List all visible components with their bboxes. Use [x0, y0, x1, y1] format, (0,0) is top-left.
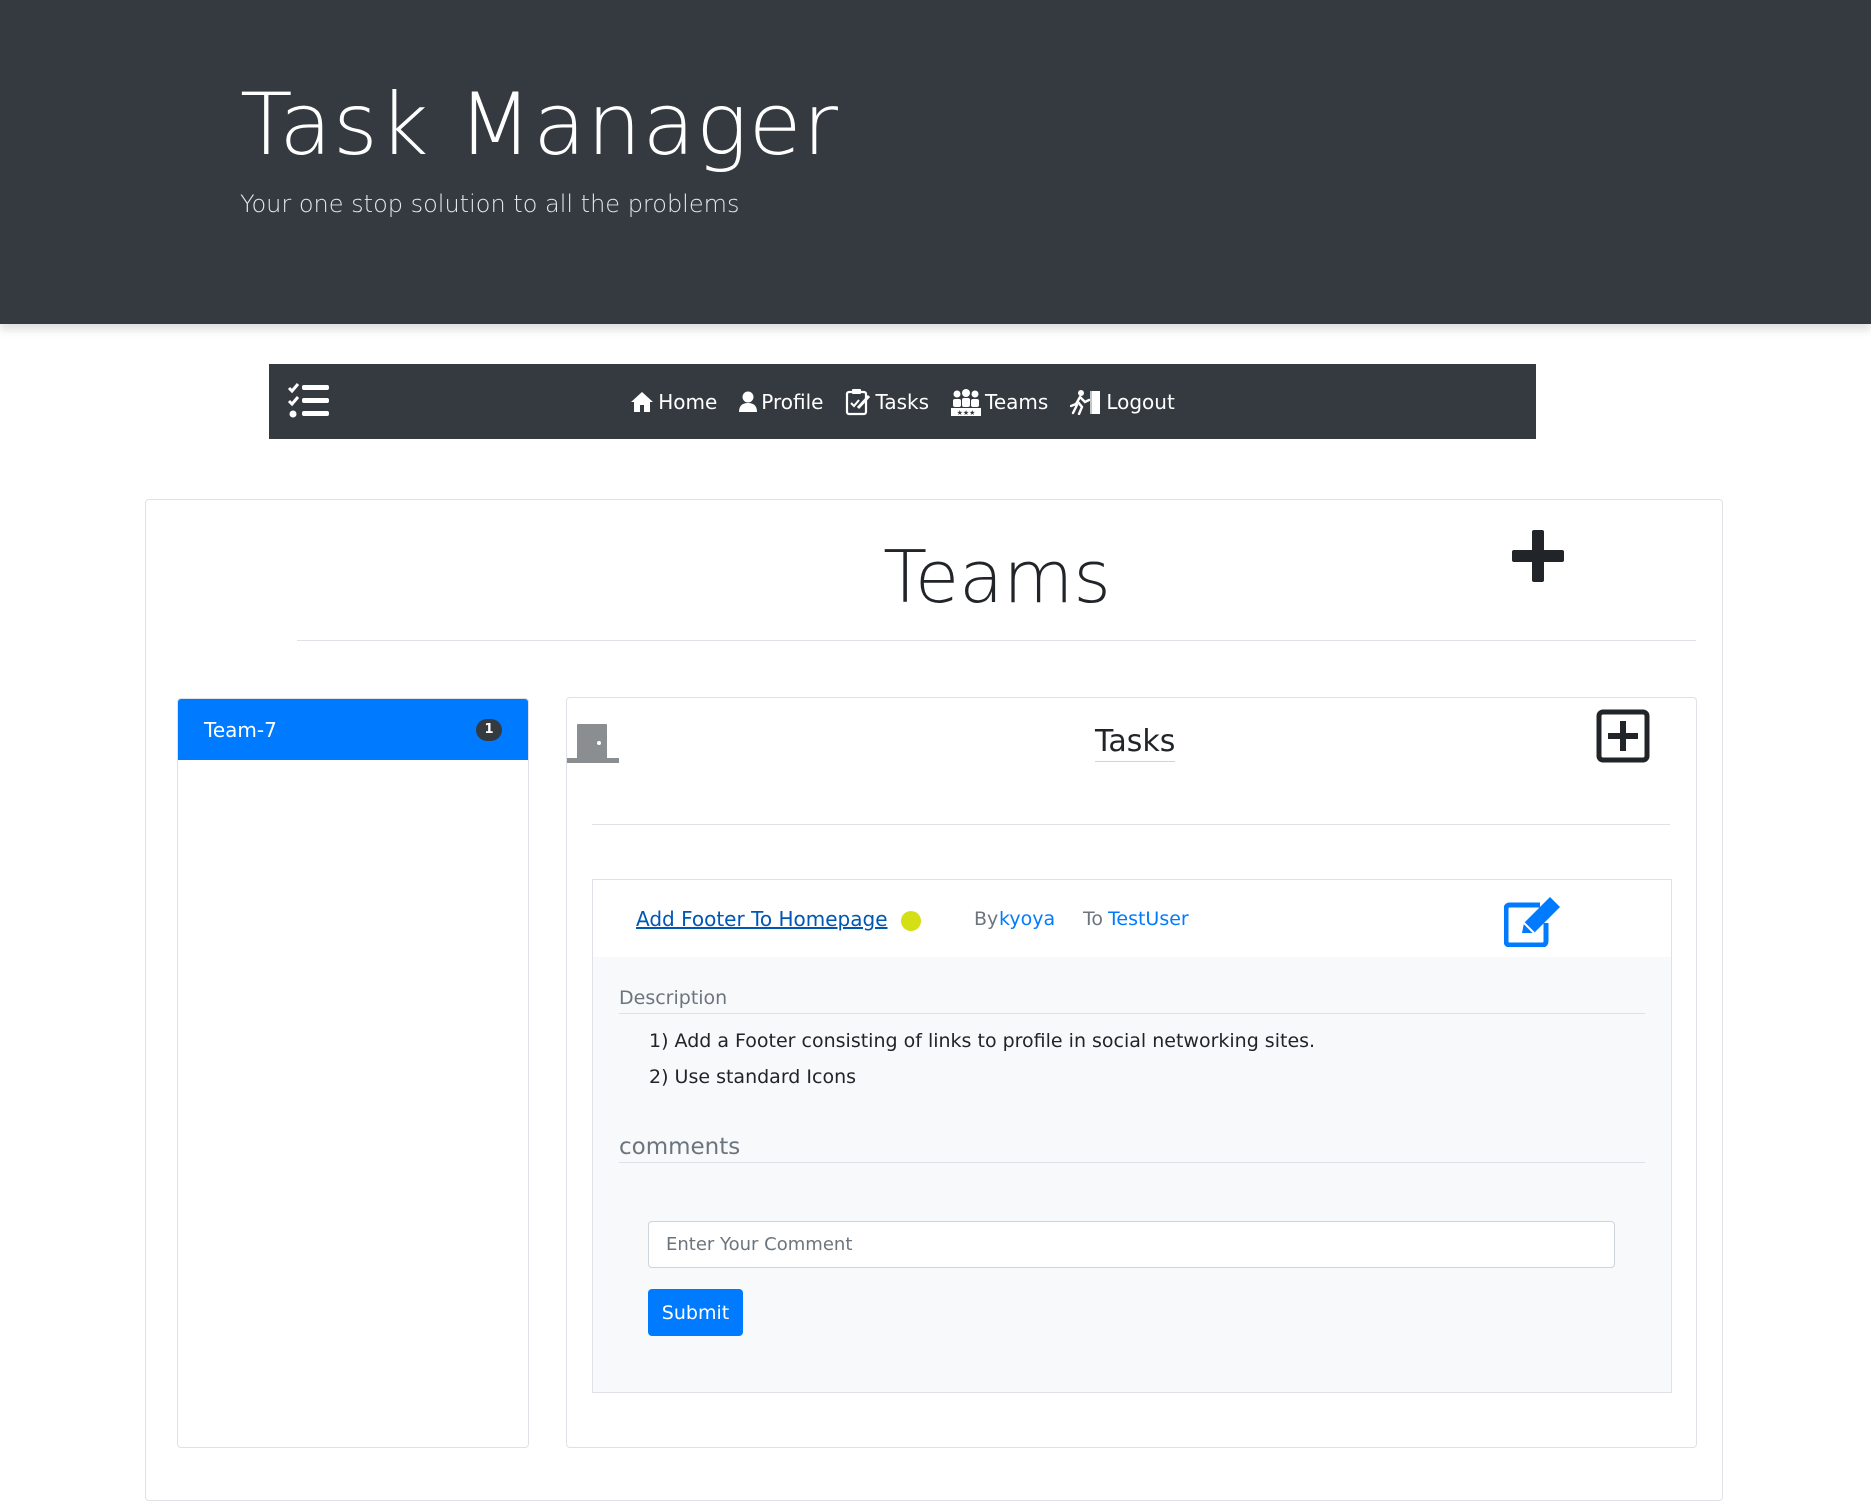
nav-logout-label: Logout — [1106, 389, 1175, 414]
nav-home[interactable]: Home — [630, 390, 717, 414]
svg-text:★★★: ★★★ — [957, 409, 976, 416]
team-task-count-badge: 1 — [476, 718, 502, 741]
nav-tasks-label: Tasks — [875, 389, 930, 414]
title-divider — [297, 640, 1696, 641]
users-icon: ★★★ — [951, 388, 982, 416]
nav-logout[interactable]: Logout — [1070, 389, 1175, 415]
by-label: By — [974, 908, 999, 930]
task-card: Add Footer To Homepage By kyoya To TestU… — [592, 879, 1672, 1393]
nav-teams-label: Teams — [985, 389, 1049, 414]
comment-input[interactable] — [648, 1221, 1615, 1268]
navbar: Home Profile Tasks ★★★ Teams Logout — [269, 364, 1536, 439]
task-header: Add Footer To Homepage By kyoya To TestU… — [593, 880, 1671, 957]
team-list: Team-7 1 — [177, 698, 529, 1448]
nav-profile-label: Profile — [761, 389, 824, 414]
edit-icon[interactable] — [1504, 895, 1562, 947]
door-icon[interactable] — [567, 722, 619, 764]
team-item[interactable]: Team-7 1 — [178, 699, 528, 760]
user-icon — [739, 391, 758, 412]
nav-links: Home Profile Tasks ★★★ Teams Logout — [269, 364, 1536, 439]
home-icon — [631, 391, 654, 412]
nav-teams[interactable]: ★★★ Teams — [951, 388, 1048, 416]
nav-tasks[interactable]: Tasks — [845, 388, 929, 416]
comments-label: comments — [619, 1134, 1645, 1163]
tasks-divider — [592, 824, 1670, 825]
nav-home-label: Home — [658, 389, 718, 414]
running-exit-icon — [1070, 389, 1101, 415]
to-user-link[interactable]: TestUser — [1108, 908, 1189, 930]
header-banner: Task Manager Your one stop solution to a… — [0, 0, 1871, 324]
description-line: 2) Use standard Icons — [649, 1066, 857, 1088]
tasks-title: Tasks — [1095, 724, 1176, 762]
description-label: Description — [619, 987, 1645, 1014]
clipboard-icon — [846, 388, 871, 415]
by-user-link[interactable]: kyoya — [999, 908, 1055, 930]
status-indicator — [901, 911, 921, 931]
app-subtitle: Your one stop solution to all the proble… — [240, 190, 740, 218]
app-title: Task Manager — [240, 75, 839, 175]
plus-icon[interactable] — [1510, 528, 1566, 584]
nav-profile[interactable]: Profile — [739, 390, 823, 414]
submit-button[interactable]: Submit — [648, 1289, 743, 1336]
to-label: To — [1083, 908, 1104, 930]
plus-square-icon[interactable] — [1596, 709, 1650, 763]
page-title: Teams — [883, 535, 1111, 619]
task-body: Description 1) Add a Footer consisting o… — [593, 957, 1671, 1392]
description-line: 1) Add a Footer consisting of links to p… — [649, 1030, 1316, 1052]
task-title-link[interactable]: Add Footer To Homepage — [636, 907, 888, 931]
team-name: Team-7 — [204, 717, 277, 742]
